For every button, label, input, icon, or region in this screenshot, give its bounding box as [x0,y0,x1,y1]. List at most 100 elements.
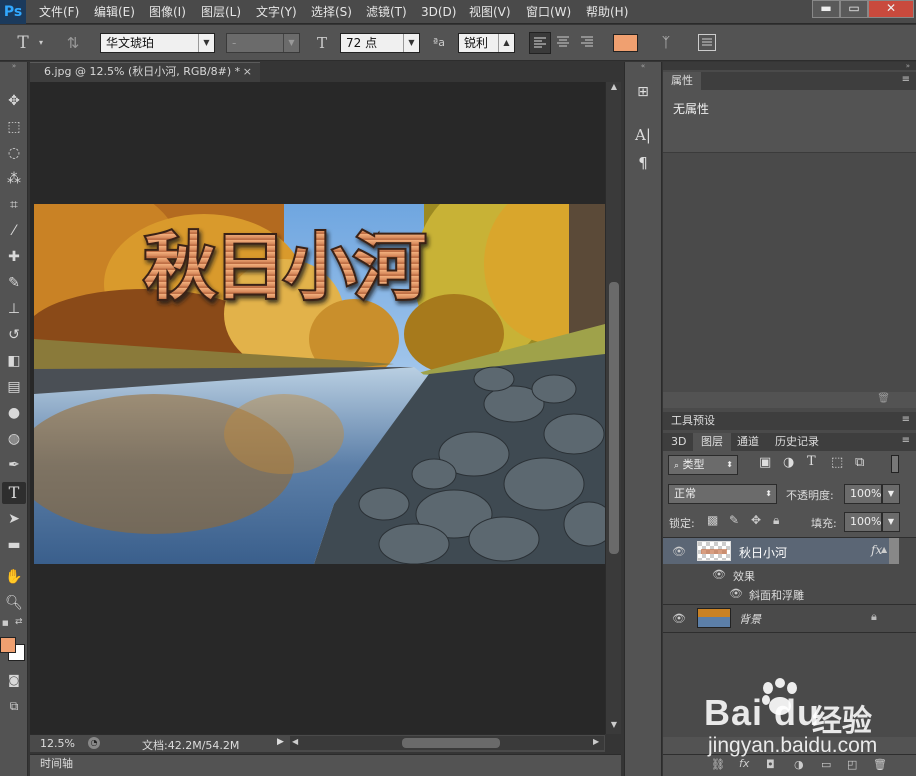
layers-scroll-thumb[interactable] [889,538,899,564]
lasso-tool-icon[interactable]: ◌ [2,142,26,164]
warp-text-icon[interactable]: ᛉ [655,33,677,53]
effect-bevel-row[interactable]: 👁︎ 斜面和浮雕 [693,584,893,604]
effects-visibility-icon[interactable]: 👁︎ [711,568,727,581]
menu-edit[interactable]: 编辑(E) [94,0,135,24]
menu-image[interactable]: 图像(I) [149,0,186,24]
blend-mode-select[interactable]: 正常 ⬍ [668,484,777,504]
type-layer-filter-icon[interactable]: T [807,454,816,469]
layer-name[interactable]: 秋日小河 [739,544,787,561]
zoom-level[interactable]: 12.5% [40,737,75,750]
scroll-right-icon[interactable]: ▶ [593,737,599,746]
collapse-arrows-icon[interactable]: » [0,62,28,70]
delete-icon[interactable]: 🗑︎ [877,393,890,404]
scroll-up-icon[interactable]: ▲ [607,82,621,96]
panel-menu-icon[interactable]: ≡ [902,435,910,446]
maximize-button[interactable]: ▭ [840,0,868,18]
menu-filter[interactable]: 滤镜(T) [366,0,407,24]
antialias-select[interactable]: 锐利 ▲ [458,33,515,53]
menu-type[interactable]: 文字(Y) [256,0,297,24]
marquee-tool-icon[interactable]: ⬚ [2,116,26,138]
expand-arrows-icon[interactable]: « [625,62,661,70]
eyedropper-tool-icon[interactable]: ⁄ [2,220,26,242]
path-select-tool-icon[interactable]: ➤ [2,508,26,530]
blur-tool-icon[interactable]: ● [2,402,26,424]
expand-effects-icon[interactable]: ▲ [881,545,887,554]
healing-brush-tool-icon[interactable]: ✚ [2,246,26,268]
scroll-down-icon[interactable]: ▼ [607,720,621,734]
brush-tool-icon[interactable]: ✎ [2,272,26,294]
text-layer-text[interactable]: 秋日小河 [142,223,429,311]
document-image[interactable]: 秋日小河 [34,204,605,564]
history-brush-tool-icon[interactable]: ↺ [2,324,26,346]
orientation-toggle-icon[interactable]: ⇅ [62,33,84,53]
font-size-select[interactable]: 72 点 ▼ [340,33,420,53]
hand-tool-icon[interactable]: ✋ [2,566,26,588]
status-menu-arrow-icon[interactable]: ▶ [277,737,284,747]
tab-properties[interactable]: 属性 [663,72,701,90]
character-panel-toggle[interactable] [698,34,716,51]
lock-transparency-icon[interactable]: ▩ [707,513,718,527]
font-style-select[interactable]: - ▼ [226,33,300,53]
layer-row-text[interactable]: 👁︎ 秋日小河 fx ▲ [663,538,889,564]
tab-history[interactable]: 历史记录 [767,433,827,451]
history-panel-icon[interactable]: ⊞ [633,84,653,104]
adjustment-layer-filter-icon[interactable]: ◑ [783,455,794,470]
tool-preset-chevron-icon[interactable]: ▾ [36,33,46,53]
shape-layer-filter-icon[interactable]: ⬚ [831,455,843,470]
swap-colors-icon[interactable]: ⇄ [15,617,25,627]
foreground-color-swatch[interactable] [0,637,16,653]
type-tool-icon[interactable]: T [12,33,34,53]
timeline-panel-tab[interactable]: 时间轴 [30,754,621,776]
lock-all-icon[interactable]: 🔒︎ [773,513,779,528]
status-info-icon[interactable]: ◔ [88,737,100,749]
fill-input[interactable]: 100% [844,512,882,532]
tab-3d[interactable]: 3D [663,433,694,451]
vertical-scrollbar[interactable]: ▲ ▼ [605,82,621,734]
lock-position-icon[interactable]: ✥ [751,513,761,527]
move-tool-icon[interactable]: ✥ [2,90,26,112]
paragraph-panel-icon[interactable]: ¶ [633,154,653,174]
close-button[interactable]: ✕ [868,0,914,18]
eraser-tool-icon[interactable]: ◧ [2,350,26,372]
default-colors-icon[interactable]: ■ [2,619,10,627]
align-center-button[interactable] [553,32,575,54]
menu-layer[interactable]: 图层(L) [201,0,241,24]
character-panel-icon[interactable]: A| [633,126,653,146]
horizontal-scroll-thumb[interactable] [402,738,500,748]
menu-help[interactable]: 帮助(H) [586,0,628,24]
menu-view[interactable]: 视图(V) [469,0,511,24]
align-left-button[interactable] [529,32,551,54]
vertical-scroll-thumb[interactable] [609,282,619,554]
smart-object-filter-icon[interactable]: ⧉ [855,455,864,470]
effects-row[interactable]: 👁︎ 效果 [693,565,893,585]
bevel-visibility-icon[interactable]: 👁︎ [728,587,744,600]
font-family-select[interactable]: 华文琥珀 ▼ [100,33,215,53]
tab-tool-presets[interactable]: 工具预设 [663,412,723,430]
opacity-dropdown-icon[interactable]: ▼ [882,484,900,504]
pen-tool-icon[interactable]: ✒ [2,454,26,476]
layer-row-background[interactable]: 👁︎ 背景 🔒︎ [663,605,889,631]
pixel-layer-filter-icon[interactable]: ▣ [759,455,771,470]
tab-channels[interactable]: 通道 [729,433,767,451]
lock-image-icon[interactable]: ✎ [729,513,739,527]
rectangle-tool-icon[interactable]: ▬ [2,534,26,556]
align-right-button[interactable] [577,32,599,54]
layer-name[interactable]: 背景 [739,611,761,627]
menu-3d[interactable]: 3D(D) [421,0,456,24]
zoom-tool-icon[interactable]: 🔍︎ [2,592,26,614]
quick-select-tool-icon[interactable]: ⁂ [2,168,26,190]
visibility-eye-icon[interactable]: 👁︎ [671,545,687,558]
quick-mask-icon[interactable]: ◙ [2,669,26,691]
panel-collapse-icon[interactable]: » [663,62,916,70]
document-tab[interactable]: 6.jpg @ 12.5% (秋日小河, RGB/8#) * × [30,62,260,82]
clone-stamp-tool-icon[interactable]: ⊥ [2,298,26,320]
gradient-tool-icon[interactable]: ▤ [2,376,26,398]
menu-window[interactable]: 窗口(W) [526,0,571,24]
dodge-tool-icon[interactable]: ◍ [2,428,26,450]
panel-menu-icon[interactable]: ≡ [902,74,910,85]
crop-tool-icon[interactable]: ⌗ [2,194,26,216]
close-tab-icon[interactable]: × [243,63,252,81]
filter-toggle-switch[interactable] [891,455,899,473]
opacity-input[interactable]: 100% [844,484,882,504]
layer-filter-select[interactable]: ⌕ 类型 ⬍ [668,455,738,475]
